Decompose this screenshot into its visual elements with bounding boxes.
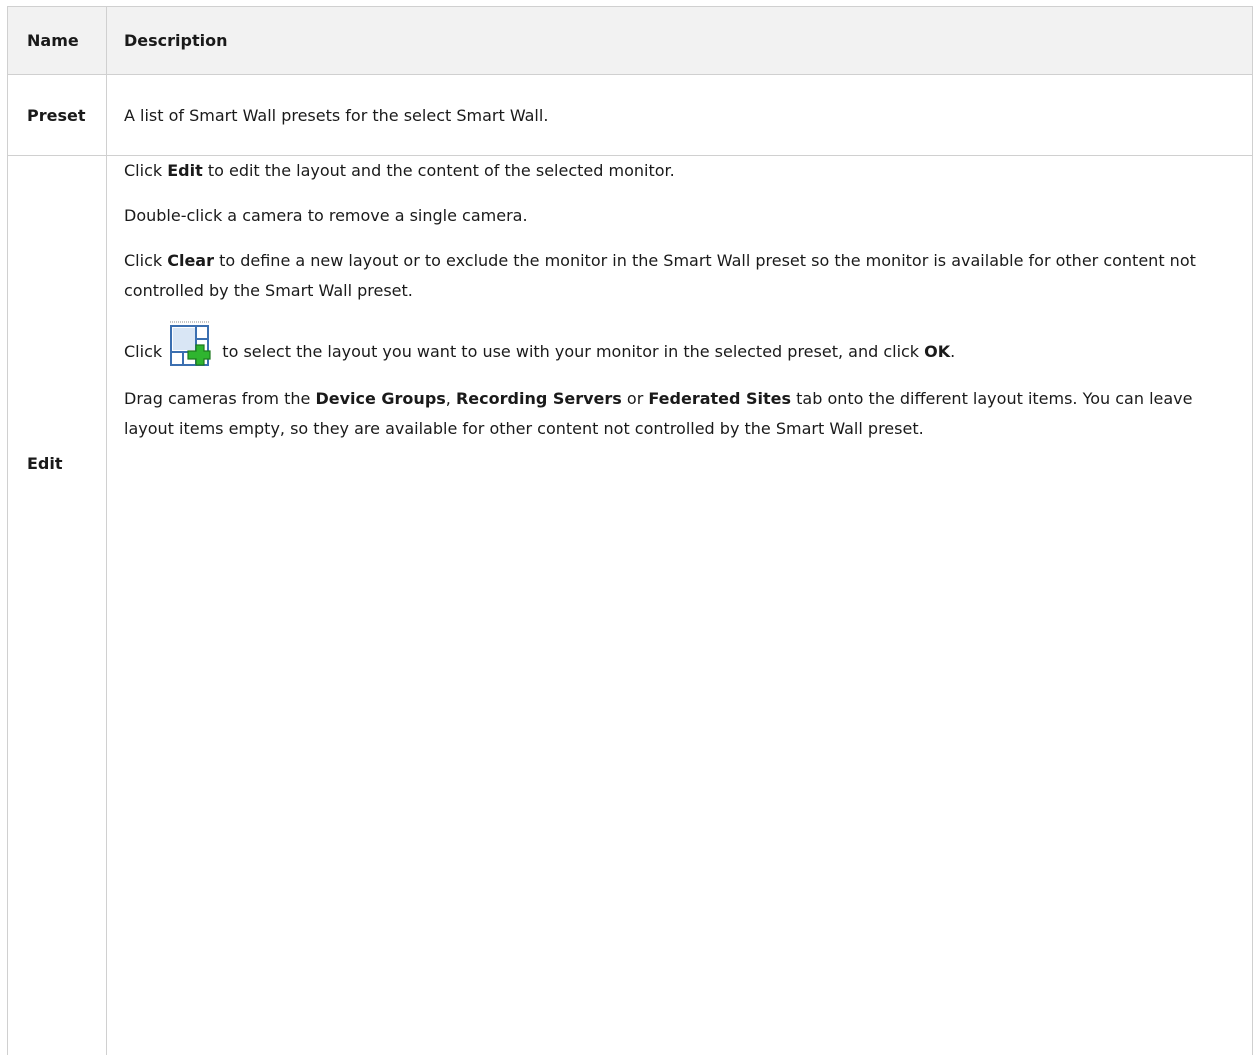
- text-run: to select the layout you want to use wit…: [217, 342, 924, 361]
- properties-table: Name Description Preset A list of Smart …: [7, 6, 1253, 1055]
- preset-description-cell: A list of Smart Wall presets for the sel…: [107, 75, 1253, 156]
- bold-term-clear: Clear: [167, 251, 214, 270]
- bold-term-device-groups: Device Groups: [315, 389, 445, 408]
- edit-paragraph-5: Drag cameras from the Device Groups, Rec…: [124, 384, 1234, 444]
- preset-name-cell: Preset: [8, 75, 107, 156]
- header-name: Name: [8, 7, 107, 75]
- layout-add-icon: [169, 321, 211, 369]
- edit-paragraph-3: Click Clear to define a new layout or to…: [124, 246, 1234, 306]
- table-row-preset: Preset A list of Smart Wall presets for …: [8, 75, 1253, 156]
- edit-name-label: Edit: [27, 454, 63, 473]
- text-run: Click: [124, 342, 167, 361]
- text-run: ,: [446, 389, 456, 408]
- bold-term-federated-sites: Federated Sites: [648, 389, 791, 408]
- text-run: Click: [124, 161, 167, 180]
- table-header-row: Name Description: [8, 7, 1253, 75]
- text-run: or: [622, 389, 649, 408]
- text-run: Click: [124, 251, 167, 270]
- text-run: to edit the layout and the content of th…: [203, 161, 675, 180]
- bold-term-ok: OK: [924, 342, 950, 361]
- edit-paragraph-2: Double-click a camera to remove a single…: [124, 201, 1234, 231]
- edit-paragraph-1: Click Edit to edit the layout and the co…: [124, 156, 1234, 186]
- text-run: .: [950, 342, 955, 361]
- edit-description-cell: Click Edit to edit the layout and the co…: [107, 156, 1253, 1055]
- edit-paragraph-4: Click to select the layout you want to u…: [124, 321, 1234, 369]
- text-run: to define a new layout or to exclude the…: [124, 251, 1196, 300]
- header-description: Description: [107, 7, 1253, 75]
- table-row-edit: Edit Click Edit to edit the layout and t…: [8, 156, 1253, 1055]
- edit-name-cell: Edit: [8, 156, 107, 1055]
- text-run: Drag cameras from the: [124, 389, 315, 408]
- bold-term-recording-servers: Recording Servers: [456, 389, 622, 408]
- bold-term-edit: Edit: [167, 161, 203, 180]
